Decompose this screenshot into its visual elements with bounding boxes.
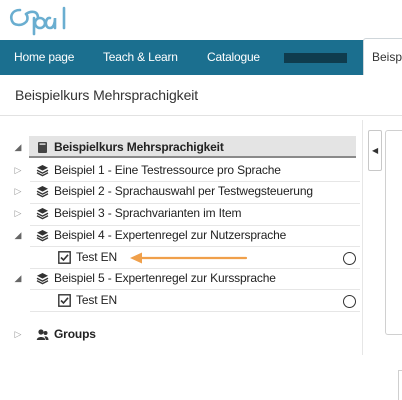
tree-leaf-label: Test EN (76, 293, 117, 307)
status-not-started-icon (343, 252, 356, 265)
tree-groups-label: Groups (54, 327, 96, 341)
caret-down-icon[interactable]: ◢ (14, 231, 22, 240)
arrow-left-icon (130, 252, 248, 264)
test-checkbox-icon (58, 251, 71, 264)
main-navigation: Home page Teach & Learn Catalogue (0, 40, 402, 75)
opal-logo[interactable] (8, 4, 78, 36)
tree-root-label: Beispielkurs Mehrsprachigkeit (54, 140, 224, 154)
tree-groups[interactable]: ▷ Groups (0, 325, 362, 345)
nav-teach-learn[interactable]: Teach & Learn (103, 40, 178, 75)
structure-layers-icon (36, 186, 49, 198)
row-separator (30, 289, 360, 290)
caret-right-icon[interactable]: ▷ (14, 166, 22, 175)
tree-node-beispiel-1[interactable]: ▷ Beispiel 1 - Eine Testressource pro Sp… (0, 161, 362, 181)
nav-catalogue[interactable]: Catalogue (207, 40, 260, 75)
groups-users-icon (36, 329, 49, 340)
structure-layers-icon (36, 165, 49, 177)
footer-panel-edge (398, 370, 402, 400)
structure-layers-icon (36, 273, 49, 285)
tree-root[interactable]: ◢ Beispielkurs Mehrsprachigkeit (0, 138, 362, 158)
caret-left-icon: ◀ (372, 146, 379, 155)
structure-layers-icon (36, 208, 49, 220)
caret-down-icon[interactable]: ◢ (14, 274, 22, 283)
status-not-started-icon (343, 295, 356, 308)
tree-leaf-label: Test EN (76, 250, 117, 264)
course-header: Beispielkurs Mehrsprachigkeit (0, 75, 402, 116)
caret-down-icon[interactable]: ◢ (14, 143, 22, 152)
tree-node-beispiel-5[interactable]: ◢ Beispiel 5 - Expertenregel zur Kursspr… (0, 269, 362, 289)
top-bar (0, 0, 402, 40)
collapse-menu-button[interactable]: ◀ (368, 130, 382, 171)
course-title: Beispielkurs Mehrsprachigkeit (15, 87, 199, 103)
active-course-tab-label: Beisp (372, 50, 402, 64)
caret-right-icon[interactable]: ▷ (14, 330, 22, 339)
structure-layers-icon (36, 230, 49, 242)
tree-node-beispiel-4[interactable]: ◢ Beispiel 4 - Expertenregel zur Nutzers… (0, 226, 362, 246)
active-course-tab[interactable]: Beisp (363, 38, 402, 75)
content-panel (385, 130, 402, 335)
tree-node-beispiel-2[interactable]: ▷ Beispiel 2 - Sprachauswahl per Testweg… (0, 182, 362, 202)
tree-leaf-test-en[interactable]: Test EN (0, 291, 362, 311)
test-checkbox-icon (58, 294, 71, 307)
caret-right-icon[interactable]: ▷ (14, 209, 22, 218)
panel-divider (362, 120, 363, 355)
redacted-nav-item (284, 53, 347, 63)
tree-node-label: Beispiel 5 - Expertenregel zur Kurssprac… (54, 271, 276, 285)
course-book-icon (38, 142, 47, 153)
row-separator (30, 246, 360, 247)
tree-node-beispiel-3[interactable]: ▷ Beispiel 3 - Sprachvarianten im Item (0, 204, 362, 224)
row-separator (30, 311, 360, 312)
tree-node-label: Beispiel 4 - Expertenregel zur Nutzerspr… (54, 228, 287, 242)
tree-node-label: Beispiel 2 - Sprachauswahl per Testwegst… (54, 184, 313, 198)
nav-home-page[interactable]: Home page (14, 40, 74, 75)
tree-node-label: Beispiel 3 - Sprachvarianten im Item (54, 206, 242, 220)
caret-right-icon[interactable]: ▷ (14, 187, 22, 196)
tree-node-label: Beispiel 1 - Eine Testressource pro Spra… (54, 163, 281, 177)
